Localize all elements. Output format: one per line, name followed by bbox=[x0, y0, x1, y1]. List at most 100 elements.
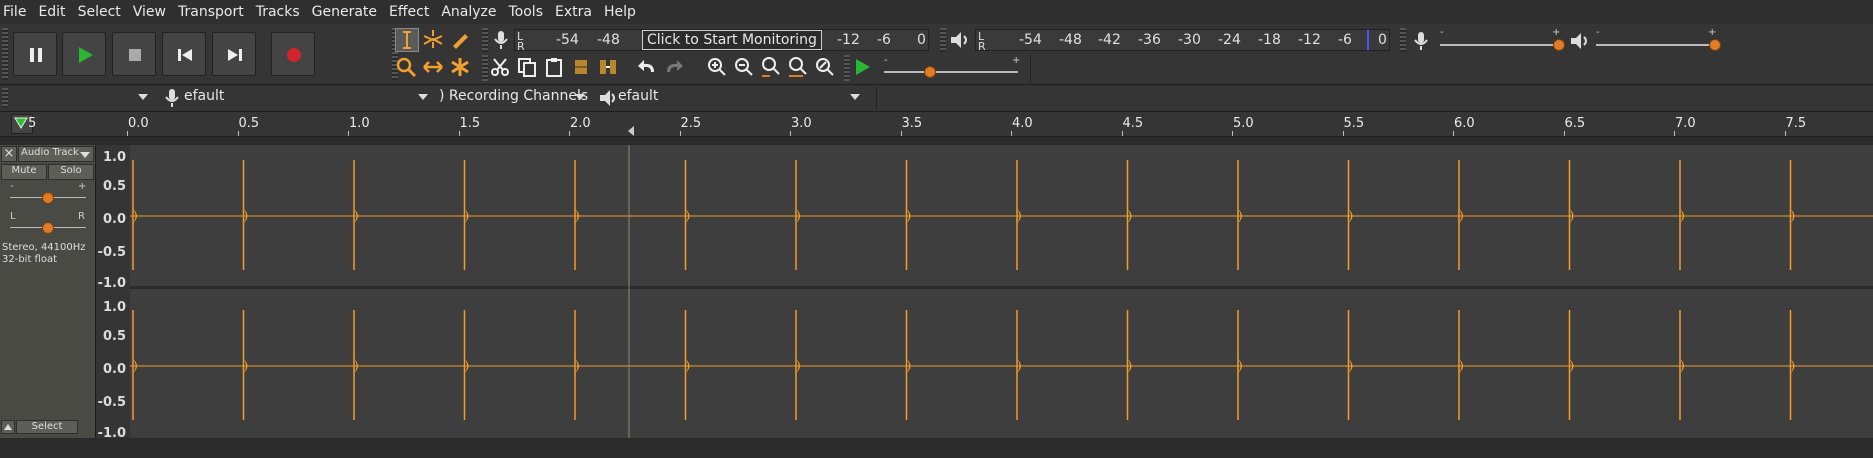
timeline-tick-mark bbox=[458, 131, 460, 136]
paste-button[interactable] bbox=[543, 56, 567, 80]
gain-knob[interactable] bbox=[42, 192, 54, 204]
pause-button[interactable] bbox=[13, 32, 57, 76]
menu-view[interactable]: View bbox=[133, 0, 172, 24]
triangle-up-icon bbox=[4, 424, 12, 430]
close-track-button[interactable]: × bbox=[1, 146, 17, 162]
play-meter-tick: 0 bbox=[1378, 32, 1387, 48]
vertical-ruler-label: 1.0 bbox=[102, 300, 126, 315]
menu-tracks[interactable]: Tracks bbox=[256, 0, 306, 24]
envelope-tool[interactable] bbox=[422, 28, 446, 52]
menu-extra[interactable]: Extra bbox=[555, 0, 598, 24]
record-meter-grip[interactable] bbox=[482, 28, 488, 52]
pan-knob[interactable] bbox=[42, 222, 54, 234]
vertical-ruler[interactable]: 1.0 0.5 0.0 -0.5 -1.0 1.0 0.5 0.0 -0.5 -1.0 bbox=[96, 145, 130, 441]
fit-selection-button[interactable] bbox=[760, 56, 784, 80]
zoom-in-button[interactable] bbox=[706, 56, 730, 80]
mixer-grip[interactable] bbox=[1400, 28, 1406, 52]
menu-effect[interactable]: Effect bbox=[389, 0, 435, 24]
redo-button[interactable] bbox=[663, 56, 687, 80]
play-volume-knob[interactable] bbox=[1709, 39, 1721, 51]
record-button[interactable] bbox=[271, 32, 315, 76]
play-meter[interactable]: L R -54 -48 -42 -36 -30 -24 -18 -12 -6 0 bbox=[975, 29, 1390, 53]
trim-button[interactable] bbox=[570, 56, 594, 80]
timeline-tick-mark bbox=[237, 131, 239, 136]
monitoring-tooltip[interactable]: Click to Start Monitoring bbox=[642, 30, 822, 50]
cut-button[interactable] bbox=[489, 56, 513, 80]
edit-grip[interactable] bbox=[482, 55, 488, 81]
silence-button[interactable] bbox=[597, 56, 621, 80]
zoom-toggle-icon bbox=[816, 58, 834, 76]
pan-left-label: L bbox=[10, 211, 16, 222]
play-meter-grip[interactable] bbox=[940, 28, 946, 52]
record-volume-max: + bbox=[1552, 27, 1561, 38]
selection-tool[interactable] bbox=[395, 28, 419, 52]
play-speed-knob[interactable] bbox=[924, 66, 936, 78]
zoom-toggle-button[interactable] bbox=[814, 56, 838, 80]
toolbar-area: L R -54 -48 8 -12 -6 0 Click to Start Mo… bbox=[0, 24, 1873, 85]
skip-to-end-button[interactable] bbox=[212, 32, 256, 76]
select-track-button[interactable]: Select bbox=[16, 420, 78, 434]
timeline-tick: 5 bbox=[28, 116, 37, 131]
menu-tools[interactable]: Tools bbox=[509, 0, 550, 24]
play-meter-speaker-icon[interactable] bbox=[948, 29, 970, 55]
timeshift-tool[interactable] bbox=[422, 56, 446, 80]
menu-transport[interactable]: Transport bbox=[178, 0, 250, 24]
timeline-tick: 6.5 bbox=[1564, 116, 1586, 131]
paste-icon bbox=[546, 58, 562, 77]
vertical-ruler-label: 1.0 bbox=[102, 150, 126, 165]
zoom-out-button[interactable] bbox=[733, 56, 757, 80]
playback-device-select[interactable]: efault bbox=[596, 87, 876, 109]
record-volume-knob[interactable] bbox=[1553, 39, 1565, 51]
menu-help[interactable]: Help bbox=[604, 0, 642, 24]
zoom-tool[interactable] bbox=[395, 56, 419, 80]
track-menu-button[interactable]: Audio Track bbox=[18, 146, 94, 162]
play-button[interactable] bbox=[62, 32, 106, 76]
timeline-tick: 3.5 bbox=[901, 116, 923, 131]
host-select[interactable] bbox=[10, 87, 154, 109]
timeline-tick: 6.0 bbox=[1454, 116, 1475, 131]
timeline-tick-mark bbox=[900, 131, 902, 136]
record-volume-slider[interactable] bbox=[1440, 44, 1560, 46]
pencil-icon bbox=[453, 34, 468, 49]
double-arrow-icon bbox=[423, 61, 443, 73]
undo-icon bbox=[638, 60, 654, 72]
timeline-ruler[interactable]: 5 0.0 0.5 1.0 1.5 2.0 2.5 3.0 3.5 4.0 4.5 5.0 5.5 6.… bbox=[0, 112, 1873, 137]
solo-button[interactable]: Solo bbox=[48, 164, 94, 180]
device-toolbar: efault ) Recording Channels efault bbox=[0, 85, 1873, 112]
play-meter-tick: -18 bbox=[1258, 32, 1281, 48]
timeline-tick: 4.5 bbox=[1122, 116, 1144, 131]
collapse-track-button[interactable] bbox=[1, 420, 15, 434]
recording-device-select[interactable]: efault bbox=[162, 87, 434, 109]
recording-channels-select[interactable]: ) Recording Channels bbox=[437, 87, 591, 109]
undo-button[interactable] bbox=[636, 56, 660, 80]
play-at-speed-button[interactable] bbox=[852, 56, 876, 80]
menu-select[interactable]: Select bbox=[78, 0, 127, 24]
vertical-ruler-label: 0.5 bbox=[102, 329, 126, 344]
menu-edit[interactable]: Edit bbox=[38, 0, 71, 24]
timeline-tick: 7.5 bbox=[1785, 116, 1807, 131]
menu-file[interactable]: File bbox=[3, 0, 32, 24]
menu-generate[interactable]: Generate bbox=[312, 0, 383, 24]
play-meter-r-label: R bbox=[978, 40, 986, 53]
play-at-speed-grip[interactable] bbox=[844, 55, 850, 81]
menu-analyze[interactable]: Analyze bbox=[441, 0, 502, 24]
skip-to-start-button[interactable] bbox=[162, 32, 206, 76]
mute-button[interactable]: Mute bbox=[1, 164, 47, 180]
play-meter-tick: -12 bbox=[1298, 32, 1321, 48]
vertical-ruler-label: -0.5 bbox=[97, 245, 126, 260]
waveform-area[interactable] bbox=[130, 145, 1873, 438]
play-speed-slider[interactable] bbox=[884, 71, 1018, 73]
envelope-icon bbox=[423, 30, 443, 48]
copy-button[interactable] bbox=[516, 56, 540, 80]
play-volume-slider[interactable] bbox=[1596, 44, 1716, 46]
device-grip[interactable] bbox=[2, 88, 8, 108]
record-meter-mic-icon[interactable] bbox=[490, 29, 512, 55]
vertical-ruler-label: 0.0 bbox=[102, 362, 126, 377]
stop-button[interactable] bbox=[112, 32, 156, 76]
draw-tool[interactable] bbox=[449, 28, 473, 52]
multi-tool[interactable] bbox=[449, 56, 473, 80]
timeline-tick-mark bbox=[127, 131, 128, 136]
mixer-speaker-icon bbox=[1568, 30, 1590, 56]
fit-project-button[interactable] bbox=[787, 56, 811, 80]
transport-grip[interactable] bbox=[2, 28, 8, 80]
